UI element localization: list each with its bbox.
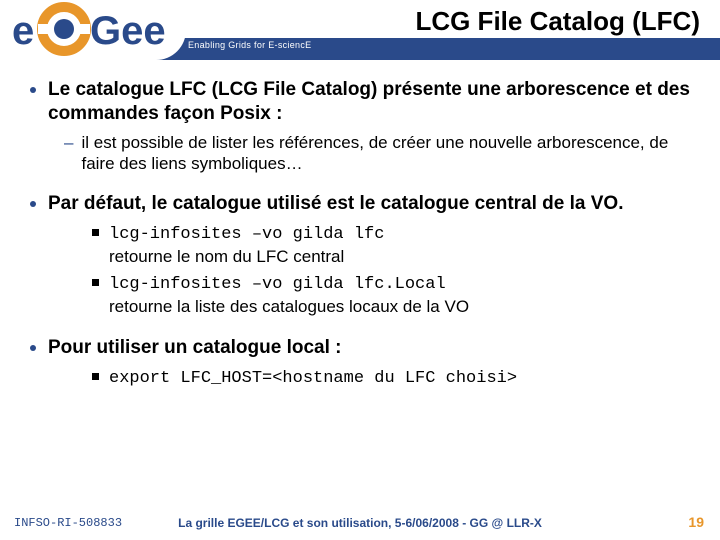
bullet-level1: Par défaut, le catalogue utilisé est le … (30, 192, 694, 216)
slide-footer: INFSO-RI-508833 La grille EGEE/LCG et so… (0, 510, 720, 530)
bullet-text: lcg-infosites –vo gilda lfc.Local retour… (109, 272, 469, 318)
bullet-level3: export LFC_HOST=<hostname du LFC choisi> (92, 366, 694, 390)
bullet-text: Le catalogue LFC (LCG File Catalog) prés… (48, 78, 694, 126)
bullet-square-icon (92, 279, 99, 286)
svg-text:Gee: Gee (90, 9, 166, 53)
bullet-square-icon (92, 373, 99, 380)
bullet-dot-icon (30, 87, 36, 93)
code-text: lcg-infosites –vo gilda lfc.Local (109, 275, 446, 294)
slide-header: e Gee Enabling Grids for E-sciencE LCG F… (0, 0, 720, 64)
bullet-text: Par défaut, le catalogue utilisé est le … (48, 192, 623, 216)
desc-text: retourne le nom du LFC central (109, 247, 344, 266)
code-text: export LFC_HOST=<hostname du LFC choisi> (109, 369, 517, 388)
header-tagline: Enabling Grids for E-sciencE (188, 40, 311, 50)
egee-logo-icon: e Gee (8, 2, 178, 58)
bullet-dot-icon (30, 201, 36, 207)
svg-text:e: e (12, 9, 34, 53)
code-text: lcg-infosites –vo gilda lfc (109, 225, 384, 244)
bullet-text: export LFC_HOST=<hostname du LFC choisi> (109, 366, 517, 390)
bullet-square-icon (92, 229, 99, 236)
slide-title: LCG File Catalog (LFC) (415, 6, 700, 37)
bullet-dash-icon: – (64, 133, 73, 153)
slide-content: Le catalogue LFC (LCG File Catalog) prés… (0, 64, 720, 390)
bullet-text: Pour utiliser un catalogue local : (48, 336, 342, 360)
bullet-level1: Le catalogue LFC (LCG File Catalog) prés… (30, 78, 694, 126)
bullet-text: lcg-infosites –vo gilda lfc retourne le … (109, 222, 384, 268)
bullet-dot-icon (30, 345, 36, 351)
bullet-level2: – il est possible de lister les référenc… (64, 132, 694, 175)
desc-text: retourne la liste des catalogues locaux … (109, 297, 469, 316)
bullet-level1: Pour utiliser un catalogue local : (30, 336, 694, 360)
page-number: 19 (688, 514, 704, 530)
footer-title: La grille EGEE/LCG et son utilisation, 5… (0, 516, 720, 530)
bullet-level3: lcg-infosites –vo gilda lfc.Local retour… (92, 272, 694, 318)
bullet-level3: lcg-infosites –vo gilda lfc retourne le … (92, 222, 694, 268)
bullet-text: il est possible de lister les références… (81, 132, 694, 175)
